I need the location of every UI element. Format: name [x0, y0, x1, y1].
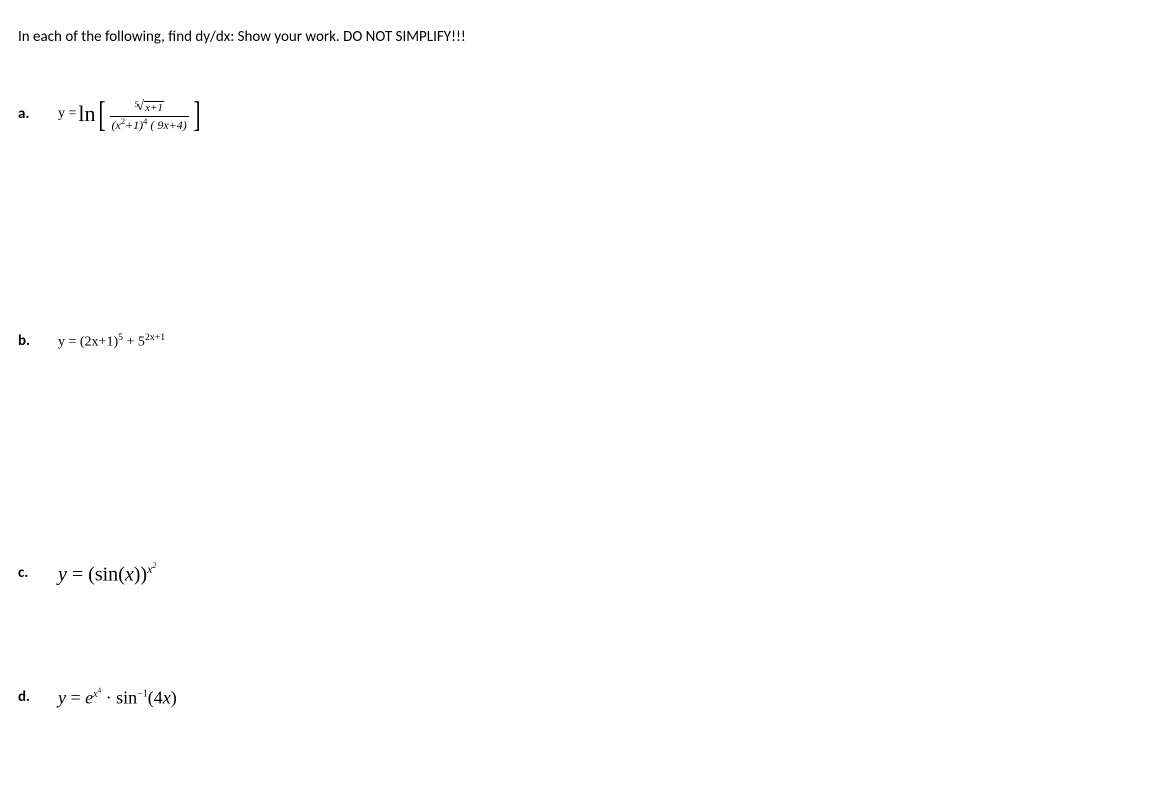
problem-d-equation: y = ex4 · sin−1(4x) — [58, 686, 177, 708]
equals: = — [67, 563, 88, 585]
four-x: 4 — [154, 688, 163, 708]
y-var: y — [58, 688, 66, 708]
lparen: ( — [88, 563, 95, 585]
problem-d: d. y = ex4 · sin−1(4x) — [18, 686, 1134, 708]
numerator: 5 √ x+1 — [132, 96, 166, 116]
exponent: x2 — [147, 562, 156, 576]
radical-icon: √ — [136, 99, 144, 116]
problem-a: a. y = ln [ 5 √ x+1 (x2+1)4 ( 9x+4) ] — [18, 96, 1134, 132]
dot-icon: · — [101, 688, 116, 708]
problem-b: b. y = (2x+1)5 + 52x+1 — [18, 332, 1134, 351]
problem-d-label: d. — [18, 688, 58, 706]
radicand: x+1 — [144, 101, 164, 115]
x-var: x — [125, 563, 134, 585]
y-var: y — [58, 563, 67, 585]
rparen: ) — [171, 688, 177, 708]
sin: sin — [95, 563, 118, 585]
left-bracket-icon: [ — [98, 96, 105, 132]
right-bracket-icon: ] — [193, 96, 200, 132]
ln-symbol: ln — [78, 101, 95, 127]
inverse-exp: −1 — [137, 689, 148, 700]
equals: = — [66, 688, 85, 708]
problem-b-equation: y = (2x+1)5 + 52x+1 — [58, 332, 165, 351]
problem-a-equation: y = ln [ 5 √ x+1 (x2+1)4 ( 9x+4) ] — [58, 96, 203, 132]
fraction: 5 √ x+1 (x2+1)4 ( 9x+4) — [110, 96, 189, 132]
problem-c-equation: y = (sin(x))x2 — [58, 561, 156, 587]
denominator: (x2+1)4 ( 9x+4) — [110, 116, 189, 132]
sin: sin — [116, 688, 137, 708]
fifth-root: 5 √ x+1 — [134, 99, 164, 116]
e-var: e — [85, 688, 93, 708]
y-equals: y = — [58, 106, 76, 122]
exp-x4: x4 — [93, 689, 101, 700]
x-var: x — [163, 688, 171, 708]
problem-c-label: c. — [18, 564, 58, 582]
instruction-text: In each of the following, find dy/dx: Sh… — [18, 28, 1134, 46]
problem-b-label: b. — [18, 332, 58, 350]
problem-a-label: a. — [18, 105, 58, 123]
lparen2: ( — [118, 563, 125, 585]
problem-c: c. y = (sin(x))x2 — [18, 561, 1134, 587]
